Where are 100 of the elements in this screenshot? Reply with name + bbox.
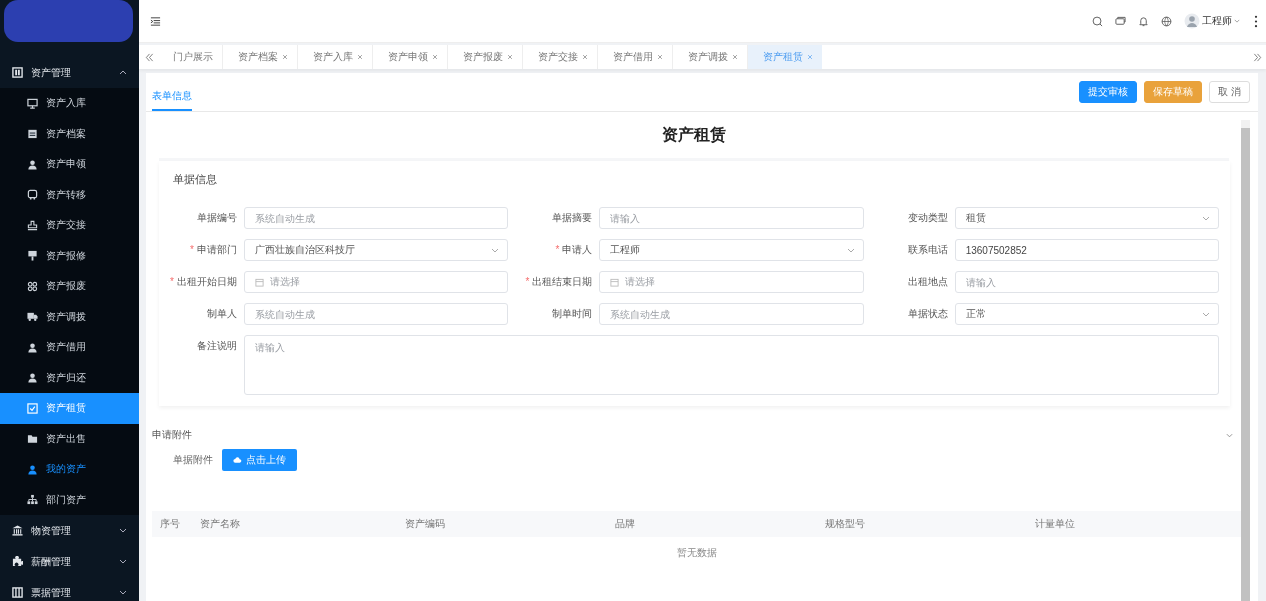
input-field[interactable]: 系统自动生成 — [244, 207, 509, 229]
chevron-icon — [491, 247, 500, 253]
column-header: 资产编码 — [405, 517, 446, 531]
menu-icon[interactable] — [150, 15, 161, 27]
field-label: * 出租开始日期 — [169, 275, 237, 289]
monitor-icon — [27, 97, 38, 109]
field-label: 出租地点 — [906, 275, 948, 289]
chevron-icon — [119, 70, 127, 75]
close-icon[interactable] — [582, 54, 588, 60]
menu-group[interactable]: 薪酬管理 — [0, 546, 139, 577]
menu-item[interactable]: 资产出售 — [0, 423, 139, 454]
chat-icon[interactable] — [1115, 15, 1126, 27]
puzzle-icon — [12, 556, 23, 567]
scroll-right-icon[interactable] — [1253, 52, 1262, 62]
page-tab[interactable]: 资产借用 — [598, 45, 673, 69]
menu-item[interactable]: 资产调拨 — [0, 301, 139, 332]
section-title: 单据信息 — [172, 173, 218, 187]
chevron-icon — [119, 590, 127, 595]
input-field[interactable]: 13607502852 — [954, 239, 1219, 261]
columns-icon — [12, 587, 23, 598]
chevron-icon — [1202, 311, 1210, 317]
close-icon[interactable] — [282, 54, 288, 60]
field-label: 制单时间 — [551, 307, 593, 321]
scroll-left-icon[interactable] — [145, 52, 154, 62]
org-chart-icon — [27, 494, 38, 506]
column-header: 计量单位 — [1035, 517, 1076, 531]
menu-item[interactable]: 资产借用 — [0, 332, 139, 363]
close-icon[interactable] — [432, 54, 438, 60]
menu-item[interactable]: 资产档案 — [0, 118, 139, 149]
caret-icon — [1234, 19, 1240, 23]
menu-item[interactable]: 我的资产 — [0, 454, 139, 485]
menu-group[interactable]: 票据管理 — [0, 577, 139, 601]
page-tab[interactable]: 资产交接 — [523, 45, 598, 69]
bell-icon[interactable] — [1138, 15, 1149, 27]
search-icon[interactable] — [1092, 15, 1103, 27]
field-label: 变动类型 — [906, 211, 948, 225]
select-field[interactable]: 正常 — [954, 303, 1219, 325]
action-button[interactable]: 取 消 — [1209, 81, 1250, 103]
signboard-icon — [27, 250, 38, 262]
remarks-field[interactable]: 请输入 — [244, 335, 1219, 395]
chevron-icon — [1202, 215, 1210, 221]
field-label: 单据状态 — [906, 307, 948, 321]
bank-icon — [12, 525, 23, 536]
calendar-icon — [610, 277, 620, 287]
column-header: 资产名称 — [200, 517, 241, 531]
menu-item[interactable]: 资产转移 — [0, 179, 139, 210]
close-icon[interactable] — [507, 54, 513, 60]
field-label: 备注说明 — [196, 339, 237, 353]
calendar-icon — [255, 277, 264, 287]
close-icon[interactable] — [807, 54, 813, 60]
calendar-icon — [27, 128, 38, 140]
checkbox-icon — [27, 402, 38, 414]
menu-item[interactable]: 部门资产 — [0, 484, 139, 515]
page-tab[interactable]: 资产申领 — [373, 45, 448, 69]
select-field[interactable]: 工程师 — [599, 239, 864, 261]
grid-icon — [27, 280, 38, 292]
scrollbar[interactable] — [1241, 120, 1250, 601]
menu-item[interactable]: 资产入库 — [0, 88, 139, 119]
page-tab[interactable]: 资产报废 — [448, 45, 523, 69]
person-icon — [27, 463, 38, 475]
avatar-icon — [1184, 13, 1200, 29]
chevron-icon[interactable] — [1226, 432, 1233, 438]
more-icon[interactable] — [1254, 14, 1258, 28]
field-label: 单据附件 — [173, 453, 213, 467]
input-field[interactable]: 系统自动生成 — [599, 303, 864, 325]
chevron-icon — [846, 247, 855, 253]
input-field[interactable]: 请输入 — [599, 207, 864, 229]
menu-item[interactable]: 资产交接 — [0, 210, 139, 241]
user-menu[interactable]: 工程师 — [1184, 13, 1240, 29]
globe-icon[interactable] — [1161, 15, 1172, 27]
close-icon[interactable] — [732, 54, 738, 60]
menu-item[interactable]: 资产报修 — [0, 240, 139, 271]
person-icon — [27, 341, 38, 353]
page-tab[interactable]: 资产入库 — [298, 45, 373, 69]
menu-group[interactable]: 物资管理 — [0, 515, 139, 546]
menu-item[interactable]: 资产申领 — [0, 149, 139, 180]
empty-message: 暂无数据 — [676, 547, 717, 558]
menu-item[interactable]: 资产报废 — [0, 271, 139, 302]
menu-group[interactable]: 资产管理 — [0, 57, 139, 88]
input-field[interactable]: 系统自动生成 — [244, 303, 509, 325]
field-label: 单据摘要 — [551, 211, 593, 225]
stamp-icon — [27, 219, 38, 231]
folder-icon — [27, 433, 38, 445]
chevron-icon — [119, 559, 127, 564]
close-icon[interactable] — [357, 54, 363, 60]
page-tab[interactable]: 资产档案 — [223, 45, 298, 69]
cloud-icon — [233, 457, 242, 463]
column-header: 规格型号 — [825, 517, 866, 531]
field-label: * 申请部门 — [189, 243, 237, 257]
select-field[interactable]: 广西壮族自治区科技厅 — [244, 239, 509, 261]
chevron-icon — [119, 528, 127, 533]
column-header: 序号 — [160, 517, 181, 531]
person-icon — [27, 372, 38, 384]
close-icon[interactable] — [657, 54, 663, 60]
input-field[interactable]: 请输入 — [954, 271, 1219, 293]
field-label: 制单人 — [206, 307, 237, 321]
menu-item[interactable]: 资产归还 — [0, 362, 139, 393]
column-header: 品牌 — [615, 517, 636, 531]
page-tab[interactable]: 门户展示 — [158, 45, 223, 69]
select-field[interactable]: 租赁 — [954, 207, 1219, 229]
